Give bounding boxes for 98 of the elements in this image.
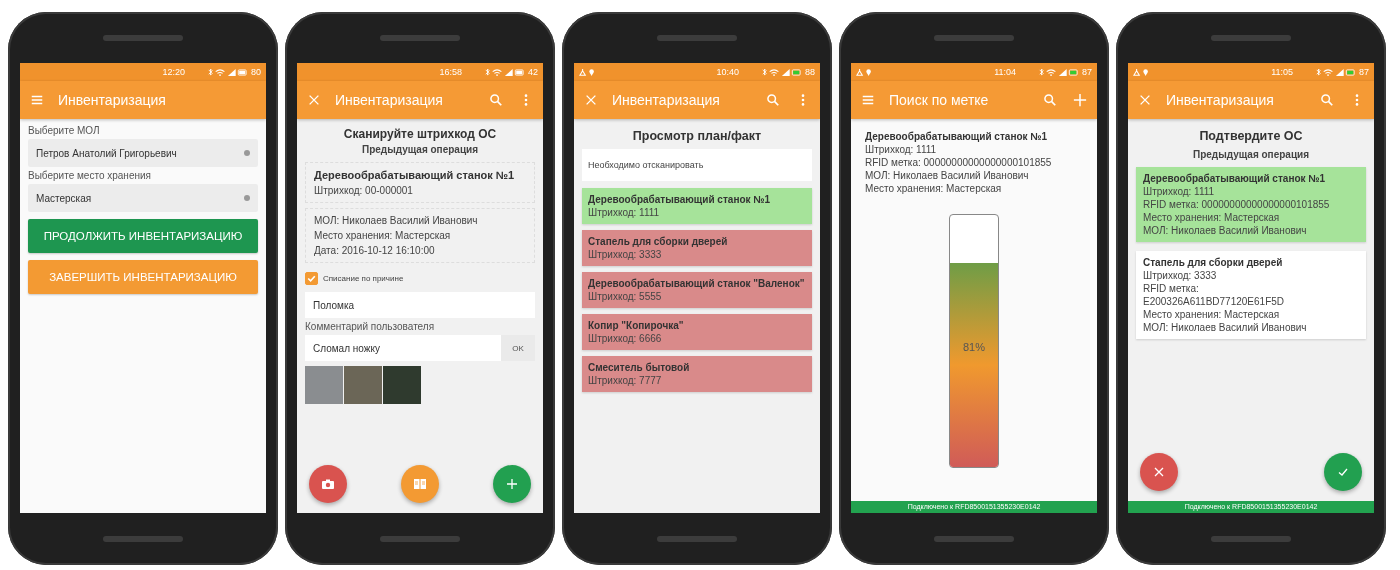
- asset-name: Деревообрабатывающий станок №1: [1143, 173, 1327, 184]
- asset-detail: Штрихкод: 1111: [865, 144, 938, 155]
- asset-name: Копир "Копирочка": [588, 320, 685, 331]
- gauge-reading: 81%: [962, 341, 986, 353]
- plus-button[interactable]: [493, 465, 531, 503]
- battery-text: 80: [251, 67, 261, 77]
- dot-icon: [244, 195, 250, 201]
- asset-name: Деревообрабатывающий станок №1: [588, 194, 772, 205]
- asset-detail: МОЛ: Николаев Василий Иванович: [1143, 322, 1308, 333]
- app-title: Поиск по метке: [889, 92, 990, 108]
- plus-icon: [504, 476, 520, 492]
- asset-card[interactable]: Деревообрабатывающий станок №1 Штрихкод: 1111 RFID метка: 00000000000000000101855 Место хранения: Мастерская МОЛ: Николаев Василий Иванович: [1136, 167, 1366, 242]
- filter-field[interactable]: Необходимо отсканировать: [582, 149, 812, 181]
- asset-detail: RFID метка:: [1143, 283, 1200, 294]
- asset-detail: МОЛ: Николаев Василий Иванович: [865, 170, 1030, 181]
- asset-name: Стапель для сборки дверей: [588, 236, 729, 247]
- book-button[interactable]: [401, 465, 439, 503]
- asset-list-item[interactable]: Смеситель бытовой Штрихкод: 7777: [582, 356, 812, 392]
- menu-icon[interactable]: [861, 93, 875, 107]
- menu-icon[interactable]: [30, 93, 44, 107]
- search-icon[interactable]: [489, 93, 503, 107]
- dot-icon: [244, 150, 250, 156]
- battery-text: 87: [1082, 67, 1092, 77]
- camera-button[interactable]: [309, 465, 347, 503]
- clock-text: 10:40: [716, 67, 739, 77]
- notification-icons: [1133, 67, 1151, 77]
- asset-detail: E200326A611BD77120E61F5D: [1143, 296, 1286, 307]
- asset-detail: МОЛ: Николаев Василий Иванович: [314, 215, 479, 226]
- search-icon[interactable]: [1043, 93, 1057, 107]
- asset-list-item[interactable]: Копир "Копирочка" Штрихкод: 6666: [582, 314, 812, 350]
- asset-name: Стапель для сборки дверей: [1143, 257, 1284, 268]
- clock-text: 16:58: [439, 67, 462, 77]
- check-button[interactable]: [1324, 453, 1362, 491]
- screen-heading: Сканируйте штрихкод ОС: [342, 127, 498, 141]
- checkbox[interactable]: [305, 272, 318, 285]
- asset-detail: Место хранения: Мастерская: [314, 230, 452, 241]
- asset-name: Смеситель бытовой: [588, 362, 691, 373]
- notification-icons: [856, 67, 874, 77]
- barcode-text: Штрихкод: 1111: [588, 207, 661, 218]
- asset-detail: Место хранения: Мастерская: [1143, 212, 1281, 223]
- asset-detail: Штрихкод: 00-000001: [314, 185, 414, 196]
- dropdown-field[interactable]: Петров Анатолий Григорьевич: [28, 139, 258, 167]
- signal-icons: [1038, 67, 1078, 77]
- asset-detail: Место хранения: Мастерская: [1143, 309, 1281, 320]
- barcode-text: Штрихкод: 7777: [588, 375, 663, 386]
- close-icon[interactable]: [1138, 93, 1152, 107]
- comment-field[interactable]: Сломал ножку: [305, 335, 501, 361]
- app-title: Инвентаризация: [1166, 92, 1275, 108]
- search-icon[interactable]: [766, 93, 780, 107]
- action-button[interactable]: ПРОДОЛЖИТЬ ИНВЕНТАРИЗАЦИЮ: [28, 219, 258, 253]
- section-subheading: Предыдущая операция: [361, 144, 479, 155]
- barcode-text: Штрихкод: 5555: [588, 291, 663, 302]
- dropdown-field[interactable]: Мастерская: [28, 184, 258, 212]
- book-icon: [412, 476, 428, 492]
- section-subheading: Предыдущая операция: [1192, 149, 1310, 160]
- signal-icons: [1315, 67, 1355, 77]
- app-title: Инвентаризация: [58, 92, 167, 108]
- asset-detail: RFID метка: 00000000000000000101855: [865, 157, 1053, 168]
- add-icon[interactable]: [1073, 93, 1087, 107]
- clock-text: 11:05: [1271, 67, 1293, 77]
- search-icon[interactable]: [1320, 93, 1334, 107]
- asset-detail: Место хранения: Мастерская: [865, 183, 1003, 194]
- asset-detail: Дата: 2016-10-12 16:10:00: [314, 245, 436, 256]
- battery-text: 42: [528, 67, 538, 77]
- signal-icons: [207, 67, 247, 77]
- notification-icons: [579, 67, 597, 77]
- asset-name: Деревообрабатывающий станок "Валенок": [588, 278, 806, 289]
- asset-list-item[interactable]: Деревообрабатывающий станок №1 Штрихкод: 1111: [582, 188, 812, 224]
- field-label: Выберите МОЛ: [28, 125, 101, 136]
- screen-heading: Подтвердите ОС: [1198, 129, 1304, 143]
- reason-field[interactable]: Поломка: [305, 292, 535, 318]
- barcode-text: Штрихкод: 3333: [588, 249, 663, 260]
- asset-detail: RFID метка: 00000000000000000101855: [1143, 199, 1331, 210]
- barcode-text: Штрихкод: 6666: [588, 333, 663, 344]
- asset-name: Деревообрабатывающий станок №1: [314, 169, 516, 181]
- clock-text: 12:20: [162, 67, 185, 77]
- ok-button[interactable]: OK: [501, 335, 535, 361]
- field-label: Комментарий пользователя: [305, 321, 436, 332]
- close-icon[interactable]: [307, 93, 321, 107]
- checkbox-label: Списание по причине: [323, 274, 404, 283]
- screen-heading: Просмотр план/факт: [631, 129, 763, 143]
- asset-card[interactable]: Стапель для сборки дверей Штрихкод: 3333 RFID метка: E200326A611BD77120E61F5D Место хранения: Мастерская МОЛ: Николаев Василий Иванович: [1136, 251, 1366, 339]
- app-title: Инвентаризация: [335, 92, 444, 108]
- app-title: Инвентаризация: [612, 92, 721, 108]
- asset-detail: Штрихкод: 3333: [1143, 270, 1218, 281]
- asset-list-item[interactable]: Стапель для сборки дверей Штрихкод: 3333: [582, 230, 812, 266]
- clock-text: 11:04: [994, 67, 1016, 77]
- battery-text: 87: [1359, 67, 1369, 77]
- field-label: Выберите место хранения: [28, 170, 152, 181]
- signal-icons: [484, 67, 524, 77]
- asset-detail: Штрихкод: 1111: [1143, 186, 1216, 197]
- asset-name: Деревообрабатывающий станок №1: [865, 131, 1049, 142]
- close-button[interactable]: [1140, 453, 1178, 491]
- signal-icons: [761, 67, 801, 77]
- asset-detail: МОЛ: Николаев Василий Иванович: [1143, 225, 1308, 236]
- close-icon[interactable]: [584, 93, 598, 107]
- battery-text: 88: [805, 67, 815, 77]
- asset-list-item[interactable]: Деревообрабатывающий станок "Валенок" Штрихкод: 5555: [582, 272, 812, 308]
